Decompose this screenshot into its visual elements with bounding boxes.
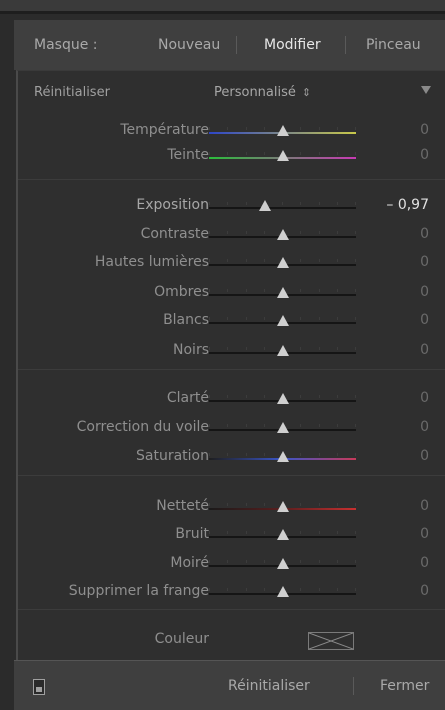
slider-value[interactable]: 0 xyxy=(420,583,429,599)
color-swatch-cross-icon xyxy=(308,632,354,650)
slider-row-clarté: Clarté 0 xyxy=(18,390,445,410)
slider-label: Moiré xyxy=(170,555,209,571)
preset-label: Personnalisé xyxy=(214,85,296,100)
slider-row-exposition: Exposition – 0,97 xyxy=(18,197,445,217)
slider-label: Correction du voile xyxy=(76,419,209,435)
slider-value[interactable]: 0 xyxy=(420,147,429,163)
slider-row-netteté: Netteté 0 xyxy=(18,498,445,518)
slider-knob[interactable] xyxy=(277,451,289,462)
slider-knob[interactable] xyxy=(277,501,289,512)
slider-ticks xyxy=(209,202,356,205)
slider-label: Température xyxy=(120,122,209,138)
section-divider xyxy=(18,369,445,370)
masque-label: Masque : xyxy=(34,37,98,53)
couleur-row: Couleur xyxy=(18,628,445,652)
slider-value[interactable]: 0 xyxy=(420,419,429,435)
slider-value[interactable]: 0 xyxy=(420,390,429,406)
slider-knob[interactable] xyxy=(277,287,289,298)
slider-knob[interactable] xyxy=(277,229,289,240)
slider-knob[interactable] xyxy=(277,422,289,433)
preset-arrows-icon: ⇕ xyxy=(301,86,312,99)
slider-label: Hautes lumières xyxy=(94,254,209,270)
slider-value[interactable]: 0 xyxy=(420,555,429,571)
slider-value[interactable]: 0 xyxy=(420,498,429,514)
slider-track[interactable] xyxy=(209,207,356,209)
slider-value[interactable]: 0 xyxy=(420,526,429,542)
color-swatch[interactable] xyxy=(308,632,354,650)
slider-value[interactable]: 0 xyxy=(420,312,429,328)
slider-value[interactable]: 0 xyxy=(420,122,429,138)
slider-row-hautes-lumières: Hautes lumières 0 xyxy=(18,254,445,274)
slider-label: Supprimer la frange xyxy=(68,583,209,599)
slider-knob[interactable] xyxy=(277,529,289,540)
slider-knob[interactable] xyxy=(277,125,289,136)
slider-label: Bruit xyxy=(175,526,209,542)
preset-select[interactable]: Personnalisé ⇕ xyxy=(214,85,311,100)
slider-row-moiré: Moiré 0 xyxy=(18,555,445,575)
slider-row-bruit: Bruit 0 xyxy=(18,526,445,546)
section-divider xyxy=(18,179,445,180)
slider-value[interactable]: – 0,97 xyxy=(386,197,429,213)
footer-bar: Réinitialiser Fermer xyxy=(14,660,445,710)
slider-label: Blancs xyxy=(163,312,209,328)
adjustments-panel: Réinitialiser Personnalisé ⇕ Température 0… xyxy=(16,70,445,661)
close-button[interactable]: Fermer xyxy=(380,678,429,694)
slider-value[interactable]: 0 xyxy=(420,284,429,300)
slider-value[interactable]: 0 xyxy=(420,226,429,242)
mask-header: Masque : Nouveau Modifier Pinceau xyxy=(14,20,445,70)
tab-pinceau[interactable]: Pinceau xyxy=(366,37,421,53)
panel-header: Réinitialiser Personnalisé ⇕ xyxy=(18,71,445,111)
panel-reset-button[interactable]: Réinitialiser xyxy=(34,85,110,100)
section-divider xyxy=(18,609,445,610)
section-divider xyxy=(18,475,445,476)
tab-separator xyxy=(236,36,237,54)
slider-row-température: Température 0 xyxy=(18,122,445,142)
slider-label: Clarté xyxy=(166,390,209,406)
toggle-switch-icon[interactable] xyxy=(33,679,45,695)
slider-label: Saturation xyxy=(136,448,209,464)
slider-row-teinte: Teinte 0 xyxy=(18,147,445,167)
slider-row-ombres: Ombres 0 xyxy=(18,284,445,304)
slider-knob[interactable] xyxy=(259,200,271,211)
slider-value[interactable]: 0 xyxy=(420,448,429,464)
slider-row-correction-du-voile: Correction du voile 0 xyxy=(18,419,445,439)
couleur-label: Couleur xyxy=(154,631,209,647)
tab-modifier[interactable]: Modifier xyxy=(264,37,321,53)
slider-label: Exposition xyxy=(136,197,209,213)
slider-label: Contraste xyxy=(140,226,209,242)
slider-knob[interactable] xyxy=(277,558,289,569)
slider-knob[interactable] xyxy=(277,345,289,356)
tab-separator xyxy=(345,36,346,54)
slider-knob[interactable] xyxy=(277,393,289,404)
panel-menu-triangle-icon[interactable] xyxy=(421,86,431,94)
slider-label: Teinte xyxy=(167,147,209,163)
slider-value[interactable]: 0 xyxy=(420,254,429,270)
slider-row-supprimer-la-frange: Supprimer la frange 0 xyxy=(18,583,445,603)
slider-label: Noirs xyxy=(173,342,209,358)
footer-separator xyxy=(353,677,354,695)
slider-row-noirs: Noirs 0 xyxy=(18,342,445,362)
top-strip-edge xyxy=(0,11,445,14)
footer-reset-button[interactable]: Réinitialiser xyxy=(228,678,310,694)
slider-row-contraste: Contraste 0 xyxy=(18,226,445,246)
slider-knob[interactable] xyxy=(277,586,289,597)
slider-value[interactable]: 0 xyxy=(420,342,429,358)
slider-knob[interactable] xyxy=(277,257,289,268)
slider-row-saturation: Saturation 0 xyxy=(18,448,445,468)
slider-label: Ombres xyxy=(154,284,209,300)
slider-label: Netteté xyxy=(156,498,209,514)
slider-knob[interactable] xyxy=(277,315,289,326)
tab-nouveau[interactable]: Nouveau xyxy=(158,37,220,53)
slider-row-blancs: Blancs 0 xyxy=(18,312,445,332)
top-strip xyxy=(0,0,445,14)
slider-knob[interactable] xyxy=(277,150,289,161)
